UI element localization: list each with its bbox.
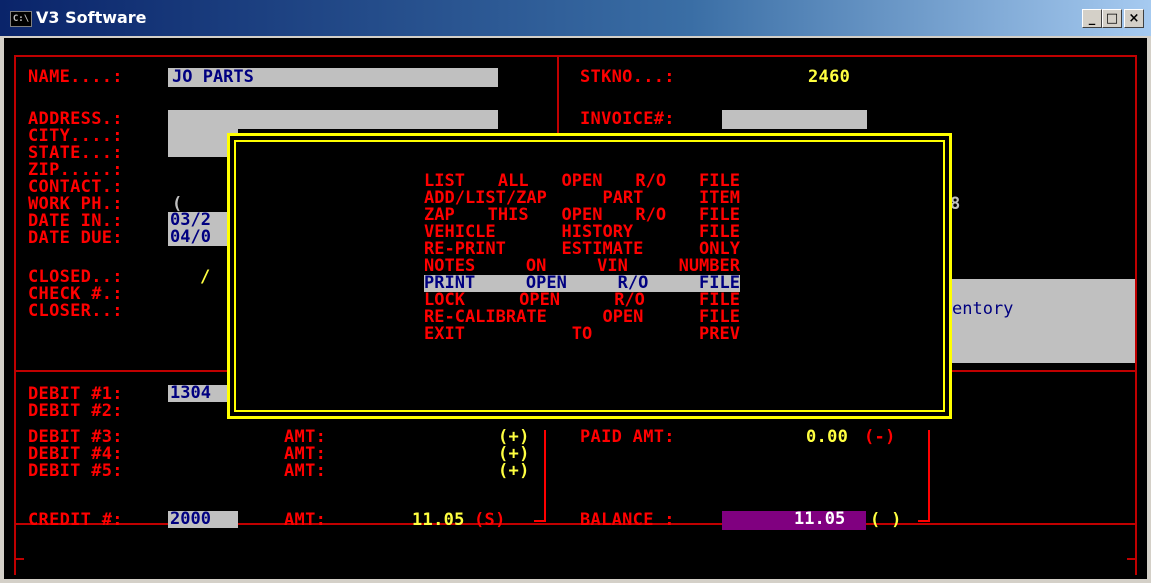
- balance-sign[interactable]: ( ): [870, 511, 902, 529]
- invoice-label: INVOICE#:: [580, 109, 675, 129]
- corner-left: [14, 558, 24, 560]
- paid-value: 0.00: [806, 427, 849, 447]
- debit2-label: DEBIT #2:: [28, 401, 123, 421]
- credit-value: 2000: [170, 509, 211, 529]
- debit5-label: DEBIT #5:: [28, 461, 123, 481]
- inventory-panel[interactable]: [950, 279, 1135, 363]
- closer-label: CLOSER..:: [28, 301, 123, 321]
- title-bar[interactable]: C:\ V3 Software _ □ ×: [0, 0, 1151, 36]
- window-title: V3 Software: [36, 8, 147, 27]
- console-area[interactable]: NAME....: JO PARTS ADDRESS.: CITY....: S…: [4, 38, 1147, 579]
- debit-bracket: [544, 430, 546, 522]
- paid-label: PAID AMT:: [580, 427, 675, 447]
- name-value: JO PARTS: [172, 67, 254, 87]
- inventory-text: entory: [952, 299, 1014, 319]
- frame-top: [14, 55, 1137, 57]
- debit-bracket-foot: [534, 520, 546, 522]
- corner-right: [1127, 558, 1137, 560]
- frame-left: [14, 55, 16, 575]
- debit5-amt-label: AMT:: [284, 461, 327, 481]
- invoice-field[interactable]: [722, 110, 867, 129]
- stkno-label: STKNO...:: [580, 67, 675, 87]
- name-label: NAME....:: [28, 67, 123, 87]
- paid-sign[interactable]: (-): [864, 428, 896, 446]
- closed-value: /: [200, 267, 211, 287]
- address-field[interactable]: [168, 110, 498, 129]
- maximize-button[interactable]: □: [1102, 9, 1122, 28]
- credit-label: CREDIT #:: [28, 510, 123, 530]
- paid-bracket-foot: [918, 520, 930, 522]
- credit-amt-value: 11.05: [412, 510, 465, 530]
- datedue-label: DATE DUE:: [28, 228, 123, 248]
- debit1-value: 1304: [170, 383, 211, 403]
- balance-label: BALANCE :: [580, 510, 675, 530]
- console-app-icon[interactable]: C:\: [10, 11, 32, 27]
- frame-right: [1135, 55, 1137, 575]
- close-button[interactable]: ×: [1124, 9, 1144, 28]
- minimize-button[interactable]: _: [1082, 9, 1102, 28]
- credit-sign[interactable]: (S): [474, 511, 506, 529]
- paid-bracket: [928, 430, 930, 522]
- stkno-value: 2460: [808, 67, 851, 87]
- debit5-sign[interactable]: (+): [498, 462, 530, 480]
- menu-item-9[interactable]: EXIT TO PREV: [424, 326, 740, 343]
- credit-amt-label: AMT:: [284, 510, 327, 530]
- balance-value: 11.05: [794, 509, 846, 529]
- datedue-value: 04/0: [170, 227, 211, 247]
